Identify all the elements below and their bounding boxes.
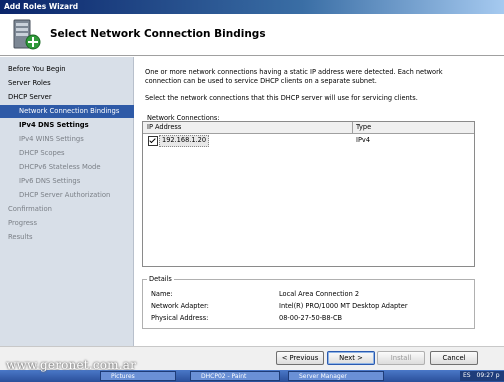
nav-item-dhcp-scopes: DHCP Scopes bbox=[19, 149, 65, 157]
column-header-type[interactable]: Type bbox=[356, 123, 371, 131]
detail-adapter-value: Intel(R) PRO/1000 MT Desktop Adapter bbox=[279, 302, 408, 310]
cancel-button[interactable]: Cancel bbox=[430, 351, 478, 365]
network-connections-list[interactable]: IP Address Type 192.168.1.20 IPv4 bbox=[142, 121, 475, 267]
type-cell: IPv4 bbox=[356, 136, 371, 144]
wizard-nav: Before You Begin Server Roles DHCP Serve… bbox=[0, 57, 134, 346]
nav-item-before-you-begin[interactable]: Before You Begin bbox=[0, 63, 134, 76]
nav-item-progress: Progress bbox=[8, 219, 38, 227]
nav-item-network-connection-bindings[interactable]: Network Connection Bindings bbox=[0, 105, 134, 118]
detail-mac-value: 08-00-27-50-B8-CB bbox=[279, 314, 343, 322]
detail-adapter-label: Network Adapter: bbox=[151, 302, 209, 310]
tray-clock: 09:27 p bbox=[476, 372, 500, 379]
nav-item-ipv6-dns-settings: IPv6 DNS Settings bbox=[19, 177, 81, 185]
taskbar-item-server-manager[interactable]: Server Manager bbox=[288, 371, 384, 381]
nav-item-server-roles[interactable]: Server Roles bbox=[0, 77, 134, 90]
ip-address-cell: 192.168.1.20 bbox=[159, 135, 210, 147]
intro-text: One or more network connections having a… bbox=[145, 68, 443, 85]
taskbar-item-paint[interactable]: DHCP02 - Paint bbox=[190, 371, 280, 381]
taskbar-item-pictures[interactable]: Pictures bbox=[100, 371, 176, 381]
detail-name-label: Name: bbox=[151, 290, 173, 298]
nav-item-results: Results bbox=[8, 233, 33, 241]
nav-item-ipv4-wins-settings: IPv4 WINS Settings bbox=[19, 135, 84, 143]
window-title: Add Roles Wizard bbox=[4, 2, 79, 11]
list-header: IP Address Type bbox=[143, 122, 474, 134]
nav-item-confirmation: Confirmation bbox=[8, 205, 52, 213]
nav-item-dhcp-server[interactable]: DHCP Server bbox=[0, 91, 134, 104]
wizard-header: Select Network Connection Bindings bbox=[0, 14, 504, 56]
connection-checkbox[interactable] bbox=[148, 136, 158, 146]
column-divider[interactable] bbox=[352, 122, 353, 133]
window-title-bar[interactable]: Add Roles Wizard bbox=[0, 0, 504, 14]
install-button: Install bbox=[377, 351, 425, 365]
previous-button[interactable]: < Previous bbox=[276, 351, 324, 365]
watermark: www.geronet.com.ar bbox=[6, 358, 137, 372]
table-row[interactable]: 192.168.1.20 IPv4 bbox=[143, 135, 474, 147]
page-title: Select Network Connection Bindings bbox=[50, 28, 266, 40]
details-label: Details bbox=[147, 275, 174, 283]
detail-mac-label: Physical Address: bbox=[151, 314, 209, 322]
detail-name-value: Local Area Connection 2 bbox=[279, 290, 360, 298]
tray-language[interactable]: ES bbox=[463, 372, 471, 379]
nav-item-dhcpv6-stateless-mode: DHCPv6 Stateless Mode bbox=[19, 163, 101, 171]
details-groupbox: Details Name: Local Area Connection 2 Ne… bbox=[142, 275, 475, 329]
server-add-icon bbox=[13, 19, 41, 50]
nav-item-ipv4-dns-settings[interactable]: IPv4 DNS Settings bbox=[0, 119, 134, 132]
column-header-ip-address[interactable]: IP Address bbox=[147, 123, 181, 131]
nav-item-dhcp-server-authorization: DHCP Server Authorization bbox=[19, 191, 111, 199]
system-tray[interactable]: ES 09:27 p bbox=[460, 371, 504, 381]
next-button[interactable]: Next > bbox=[327, 351, 375, 365]
instruction-text: Select the network connections that this… bbox=[145, 94, 418, 102]
